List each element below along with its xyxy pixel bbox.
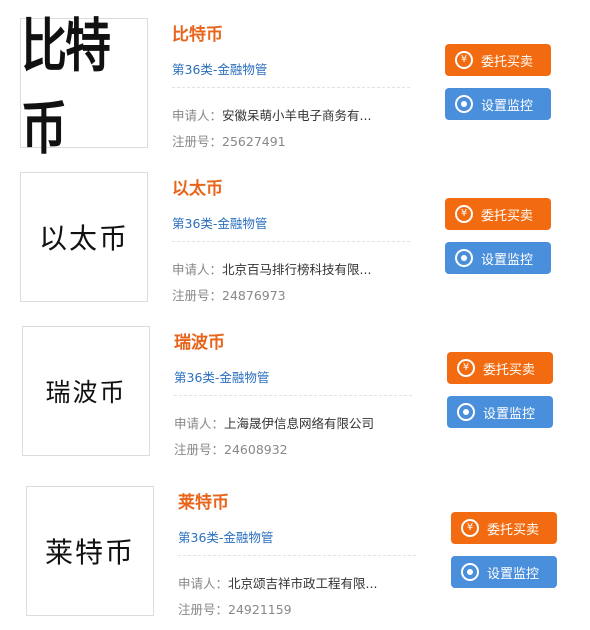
webcam-icon [461, 563, 479, 581]
trade-button-label: 委托买卖 [481, 208, 534, 224]
applicant-value: 北京颂吉祥市政工程有限... [228, 576, 378, 591]
trade-button[interactable]: ¥ 委托买卖 [451, 512, 557, 544]
divider [178, 555, 416, 556]
trade-button-label: 委托买卖 [487, 522, 540, 538]
applicant-row: 申请人：安徽呆萌小羊电子商务有... [172, 105, 371, 124]
trademark-name[interactable]: 以太币 [172, 174, 223, 199]
trademark-class[interactable]: 第36类-金融物管 [172, 59, 267, 78]
monitor-button[interactable]: 设置监控 [445, 242, 551, 274]
reg-no-label: 注册号： [178, 602, 229, 617]
trademark-logo-text: 以太币 [38, 222, 129, 255]
trademark-name[interactable]: 比特币 [172, 20, 223, 45]
trade-button-label: 委托买卖 [483, 362, 536, 378]
reg-no-row: 注册号：25627491 [172, 131, 286, 150]
trademark-card: 以太币 以太币 第36类-金融物管 申请人：北京百马排行榜科技有限... 注册号… [20, 172, 560, 308]
reg-no-value: 24921159 [228, 602, 292, 617]
reg-no-label: 注册号： [174, 442, 225, 457]
divider [172, 241, 410, 242]
monitor-button-label: 设置监控 [487, 566, 540, 582]
trade-button[interactable]: ¥ 委托买卖 [445, 198, 551, 230]
trademark-class[interactable]: 第36类-金融物管 [172, 213, 267, 232]
yen-icon: ¥ [461, 519, 479, 537]
trademark-logo-text: 瑞波币 [45, 378, 127, 407]
trademark-logo[interactable]: 瑞波币 [22, 326, 150, 456]
trade-button[interactable]: ¥ 委托买卖 [447, 352, 553, 384]
trademark-name[interactable]: 瑞波币 [174, 328, 225, 353]
applicant-value: 安徽呆萌小羊电子商务有... [222, 108, 372, 123]
trademark-name[interactable]: 莱特币 [178, 488, 229, 513]
trademark-card: 莱特币 莱特币 第36类-金融物管 申请人：北京颂吉祥市政工程有限... 注册号… [26, 486, 566, 622]
trademark-card: 瑞波币 瑞波币 第36类-金融物管 申请人：上海晟伊信息网络有限公司 注册号：2… [22, 326, 562, 462]
monitor-button-label: 设置监控 [481, 98, 534, 114]
trade-button[interactable]: ¥ 委托买卖 [445, 44, 551, 76]
monitor-button[interactable]: 设置监控 [447, 396, 553, 428]
reg-no-label: 注册号： [172, 134, 223, 149]
applicant-value: 北京百马排行榜科技有限... [222, 262, 372, 277]
applicant-row: 申请人：北京百马排行榜科技有限... [172, 259, 371, 278]
trademark-logo[interactable]: 以太币 [20, 172, 148, 302]
reg-no-row: 注册号：24921159 [178, 599, 292, 618]
trademark-logo[interactable]: 比特币 [20, 12, 148, 162]
divider [174, 395, 412, 396]
trade-button-label: 委托买卖 [481, 54, 534, 70]
yen-icon: ¥ [455, 205, 473, 223]
monitor-button[interactable]: 设置监控 [445, 88, 551, 120]
webcam-icon [455, 95, 473, 113]
applicant-row: 申请人：北京颂吉祥市政工程有限... [178, 573, 377, 592]
reg-no-value: 25627491 [222, 134, 286, 149]
reg-no-label: 注册号： [172, 288, 223, 303]
applicant-label: 申请人： [172, 108, 223, 123]
trademark-logo-text: 莱特币 [44, 536, 135, 569]
applicant-label: 申请人： [172, 262, 223, 277]
divider [172, 87, 410, 88]
monitor-button-label: 设置监控 [483, 406, 536, 422]
monitor-button-label: 设置监控 [481, 252, 534, 268]
yen-icon: ¥ [457, 359, 475, 377]
trademark-class[interactable]: 第36类-金融物管 [174, 367, 269, 386]
reg-no-row: 注册号：24876973 [172, 285, 286, 304]
trademark-logo[interactable]: 莱特币 [26, 486, 154, 616]
applicant-row: 申请人：上海晟伊信息网络有限公司 [174, 413, 374, 432]
reg-no-value: 24608932 [224, 442, 288, 457]
reg-no-row: 注册号：24608932 [174, 439, 288, 458]
trademark-class[interactable]: 第36类-金融物管 [178, 527, 273, 546]
applicant-label: 申请人： [174, 416, 225, 431]
yen-icon: ¥ [455, 51, 473, 69]
monitor-button[interactable]: 设置监控 [451, 556, 557, 588]
trademark-logo-text: 比特币 [21, 11, 111, 162]
webcam-icon [457, 403, 475, 421]
trademark-card: 比特币 比特币 第36类-金融物管 申请人：安徽呆萌小羊电子商务有... 注册号… [20, 12, 560, 162]
applicant-value: 上海晟伊信息网络有限公司 [224, 416, 375, 431]
applicant-label: 申请人： [178, 576, 229, 591]
reg-no-value: 24876973 [222, 288, 286, 303]
webcam-icon [455, 249, 473, 267]
